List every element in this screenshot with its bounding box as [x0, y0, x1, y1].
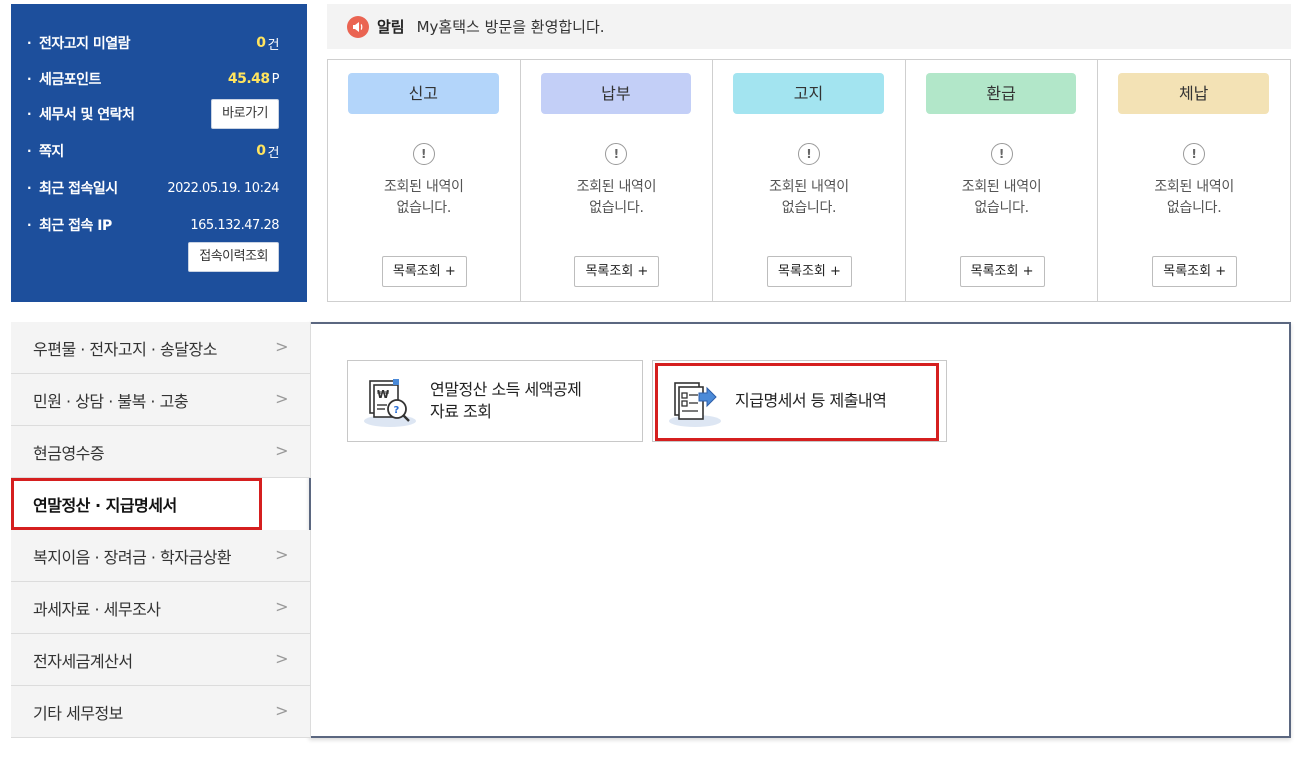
list-view-button[interactable]: 목록조회 +	[766, 256, 852, 287]
status-header[interactable]: 환급	[925, 73, 1077, 114]
list-view-button[interactable]: 목록조회 +	[1152, 256, 1238, 287]
menu-label: 기타 세무정보	[33, 703, 123, 723]
notice-title: 알림	[377, 18, 405, 36]
svg-text:₩: ₩	[377, 388, 389, 401]
status-col-payment: 납부 ! 조회된 내역이 없습니다. 목록조회 +	[521, 60, 714, 301]
menu-label: 전자세금계산서	[33, 651, 133, 671]
menu-label: 민원 · 상담 · 불복 · 고충	[33, 391, 189, 411]
status-col-notice: 고지 ! 조회된 내역이 없습니다. 목록조회 +	[713, 60, 906, 301]
list-view-button[interactable]: 목록조회 +	[959, 256, 1045, 287]
status-header[interactable]: 납부	[540, 73, 692, 114]
alert-icon: !	[990, 143, 1013, 165]
info-row-messages[interactable]: · 쪽지 0 건	[27, 138, 280, 164]
status-header[interactable]: 체납	[1118, 73, 1269, 114]
chevron-right-icon: >	[275, 441, 288, 460]
alert-icon: !	[605, 143, 628, 165]
empty-message: 조회된 내역이 없습니다.	[961, 179, 1042, 216]
empty-message: 조회된 내역이 없습니다.	[769, 179, 849, 216]
info-row-tax-points[interactable]: · 세금포인트 45.48 P	[27, 66, 280, 92]
go-tax-office-button[interactable]: 바로가기	[211, 99, 279, 129]
notice-bar: 알림 My홈택스 방문을 환영합니다.	[327, 4, 1291, 49]
menu-item-other-tax-info[interactable]: 기타 세무정보 >	[11, 686, 311, 738]
document-search-icon: ₩ ?	[360, 371, 420, 431]
info-label: 최근 접속 IP	[39, 218, 112, 234]
status-col-refund: 환급 ! 조회된 내역이 없습니다. 목록조회 +	[906, 60, 1099, 301]
menu-label: 연말정산 · 지급명세서	[33, 496, 177, 515]
status-header[interactable]: 신고	[348, 73, 499, 114]
svg-text:?: ?	[394, 405, 400, 416]
notice-text: My홈택스 방문을 환영합니다.	[416, 18, 605, 36]
menu-item-mail-notices[interactable]: 우편물 · 전자고지 · 송달장소 >	[11, 322, 311, 374]
last-login-time: 2022.05.19. 10:24	[167, 180, 279, 196]
side-menu: 우편물 · 전자고지 · 송달장소 > 민원 · 상담 · 불복 · 고충 > …	[11, 322, 311, 738]
alert-icon: !	[412, 143, 435, 165]
megaphone-icon	[347, 15, 369, 38]
last-login-ip: 165.132.47.28	[190, 217, 279, 233]
menu-label: 현금영수증	[33, 443, 105, 463]
info-label: 세금포인트	[39, 72, 101, 88]
menu-item-welfare-loans[interactable]: 복지이음 · 장려금 · 학자금상환 >	[11, 530, 311, 582]
unread-count[interactable]: 0	[256, 35, 266, 51]
menu-item-tax-data-audit[interactable]: 과세자료 · 세무조사 >	[11, 582, 311, 634]
menu-item-civil-complaints[interactable]: 민원 · 상담 · 불복 · 고충 >	[11, 374, 311, 426]
status-col-arrears: 체납 ! 조회된 내역이 없습니다. 목록조회 +	[1098, 60, 1290, 301]
content-panel: ₩ ? 연말정산 소득 세액공제 자료 조회 지급명세서 등 제출내역	[309, 322, 1291, 738]
info-row-last-login: · 최근 접속일시 2022.05.19. 10:24	[27, 175, 279, 201]
alert-icon: !	[1183, 143, 1206, 165]
list-view-button[interactable]: 목록조회 +	[574, 256, 660, 287]
status-summary: 신고 ! 조회된 내역이 없습니다. 목록조회 + 납부 ! 조회된 내역이 없습니…	[327, 59, 1291, 302]
chevron-right-icon: >	[275, 337, 288, 356]
info-label: 전자고지 미열람	[39, 36, 131, 52]
empty-message: 조회된 내역이 없습니다.	[1154, 179, 1234, 216]
menu-item-e-tax-invoice[interactable]: 전자세금계산서 >	[11, 634, 311, 686]
unit: 건	[267, 37, 280, 53]
empty-message: 조회된 내역이 없습니다.	[383, 179, 464, 216]
menu-label: 복지이음 · 장려금 · 학자금상환	[33, 547, 232, 567]
login-history-button[interactable]: 접속이력조회	[188, 242, 279, 272]
card-year-end-deduction[interactable]: ₩ ? 연말정산 소득 세액공제 자료 조회	[347, 360, 643, 442]
status-col-report: 신고 ! 조회된 내역이 없습니다. 목록조회 +	[328, 60, 521, 301]
alert-icon: !	[797, 143, 820, 165]
message-count[interactable]: 0	[256, 143, 266, 159]
highlight-box	[655, 363, 939, 441]
chevron-right-icon: >	[275, 545, 288, 564]
menu-item-year-end-settlement[interactable]: 연말정산 · 지급명세서	[11, 478, 262, 530]
status-header[interactable]: 고지	[733, 73, 884, 114]
card-label: 연말정산 소득 세액공제 자료 조회	[430, 380, 582, 421]
account-info-panel: · 전자고지 미열람 0 건 · 세금포인트 45.48 P · 세무서 및 연…	[11, 4, 307, 302]
tax-point-value[interactable]: 45.48	[228, 71, 270, 87]
chevron-right-icon: >	[275, 389, 288, 408]
chevron-right-icon: >	[275, 701, 288, 720]
info-label: 최근 접속일시	[39, 181, 118, 197]
unit: P	[271, 71, 280, 87]
chevron-right-icon: >	[275, 649, 288, 668]
menu-label: 우편물 · 전자고지 · 송달장소	[33, 339, 217, 359]
menu-item-cash-receipts[interactable]: 현금영수증 >	[11, 426, 311, 478]
info-row-unread-notices[interactable]: · 전자고지 미열람 0 건	[27, 30, 280, 56]
empty-message: 조회된 내역이 없습니다.	[576, 179, 657, 216]
menu-label: 과세자료 · 세무조사	[33, 599, 161, 619]
info-row-last-ip: · 최근 접속 IP 165.132.47.28	[27, 212, 279, 238]
list-view-button[interactable]: 목록조회 +	[381, 256, 467, 287]
info-label: 쪽지	[39, 144, 64, 160]
chevron-right-icon: >	[275, 597, 288, 616]
unit: 건	[267, 145, 280, 161]
